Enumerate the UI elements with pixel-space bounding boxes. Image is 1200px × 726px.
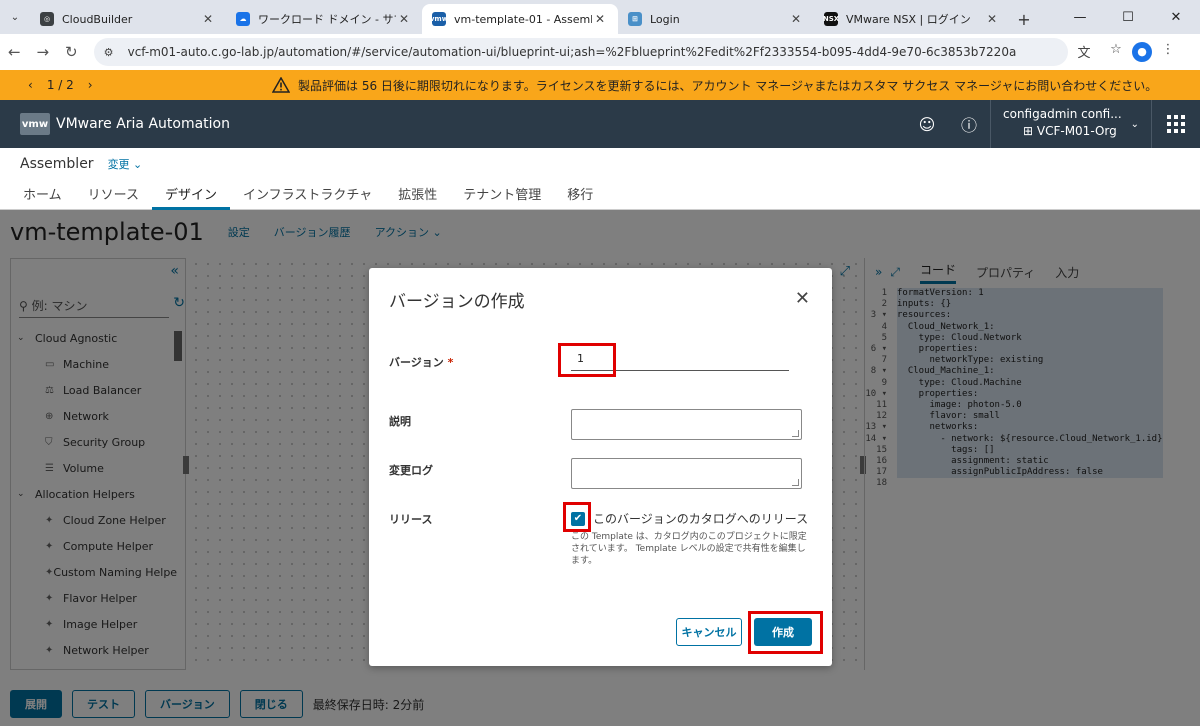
release-checkbox-label[interactable]: このバージョンのカタログへのリリース: [593, 510, 808, 527]
translate-icon[interactable]: 文: [1068, 42, 1100, 62]
url-input[interactable]: ⚙ vcf-m01-auto.c.go-lab.jp/automation/#/…: [93, 38, 1068, 66]
tab-infrastructure[interactable]: インフラストラクチャ: [230, 186, 385, 210]
banner-message: 製品評価は 56 日後に期限切れになります。ライセンスを更新するには、アカウント…: [298, 78, 1158, 93]
site-info-icon[interactable]: ⚙: [104, 46, 120, 59]
tab-resources[interactable]: リソース: [75, 186, 152, 210]
browser-tab-4[interactable]: NSX VMware NSX | ログイン ✕: [814, 4, 1010, 34]
tab-close-icon[interactable]: ✕: [200, 12, 216, 26]
address-bar-row: ← → ↻ ⚙ vcf-m01-auto.c.go-lab.jp/automat…: [0, 34, 1200, 70]
banner-page-count: 1 / 2: [46, 78, 74, 92]
service-name: Assembler: [20, 156, 94, 172]
url-text: vcf-m01-auto.c.go-lab.jp/automation/#/se…: [127, 45, 1017, 59]
window-controls: — ☐ ✕: [1056, 0, 1200, 34]
app-title: VMware Aria Automation: [56, 116, 230, 132]
tab-title: VMware NSX | ログイン: [846, 13, 971, 26]
create-version-dialog: バージョンの作成 ✕ バージョン * 1 説明 変更ログ リリース ✔ このバー…: [369, 268, 832, 666]
change-service-link[interactable]: 変更 ⌄: [108, 158, 143, 171]
minimize-icon[interactable]: —: [1056, 0, 1104, 34]
banner-prev-icon[interactable]: ‹: [28, 78, 33, 92]
tab-home[interactable]: ホーム: [10, 186, 75, 210]
evaluation-banner: ‹ 1 / 2 › 製品評価は 56 日後に期限切れになります。ライセンスを更新…: [0, 70, 1200, 100]
tab-search-button[interactable]: ⌄: [0, 0, 30, 34]
app-header: vmw VMware Aria Automation ☺ ⓘ configadm…: [0, 100, 1200, 148]
tab-extensibility[interactable]: 拡張性: [385, 186, 450, 210]
cancel-button[interactable]: キャンセル: [676, 618, 742, 646]
feedback-smiley-icon[interactable]: ☺: [906, 100, 948, 148]
org-icon: ⊞: [1023, 124, 1037, 138]
help-icon[interactable]: ⓘ: [948, 100, 990, 148]
cloud-favicon-icon: ☁: [236, 12, 250, 26]
tab-migration[interactable]: 移行: [554, 186, 606, 210]
tab-tenant-management[interactable]: テナント管理: [450, 186, 554, 210]
tab-title: ワークロード ドメイン - サマリ: [258, 13, 396, 26]
vmware-logo: vmw: [20, 113, 50, 135]
new-tab-button[interactable]: +: [1010, 4, 1038, 34]
tab-close-icon[interactable]: ✕: [788, 12, 804, 26]
banner-next-icon[interactable]: ›: [88, 78, 93, 92]
dialog-title: バージョンの作成: [389, 292, 525, 312]
changelog-label: 変更ログ: [389, 464, 433, 477]
tab-title: Login: [650, 12, 680, 26]
main-nav-tabs: ホーム リソース デザイン インフラストラクチャ 拡張性 テナント管理 移行: [10, 186, 606, 210]
app-switcher-icon[interactable]: [1152, 100, 1200, 148]
description-label: 説明: [389, 415, 411, 428]
chevron-down-icon: ⌄: [1130, 119, 1139, 130]
browser-tab-0[interactable]: ◎ CloudBuilder ✕: [30, 4, 226, 34]
close-window-icon[interactable]: ✕: [1152, 0, 1200, 34]
browser-tab-bar: ⌄ ◎CloudBuilder✕ ☁ワークロード ドメイン - サマリ✕ vmw…: [0, 0, 1200, 34]
highlight-box: [558, 343, 616, 377]
bookmark-star-icon[interactable]: ☆: [1100, 42, 1132, 62]
login-favicon-icon: ⊞: [628, 12, 642, 26]
close-icon[interactable]: ✕: [795, 288, 810, 309]
version-label: バージョン *: [389, 356, 454, 369]
release-label: リリース: [389, 513, 433, 526]
browser-menu-icon[interactable]: ⋮: [1152, 42, 1184, 62]
tab-title: vm-template-01 - Assembler: [454, 12, 592, 26]
changelog-textarea[interactable]: [571, 458, 802, 489]
banner-pager: ‹ 1 / 2 ›: [28, 78, 93, 92]
tab-design[interactable]: デザイン: [151, 186, 230, 210]
browser-tab-2[interactable]: vmw vm-template-01 - Assembler✕: [422, 4, 618, 34]
reload-icon[interactable]: ↻: [57, 43, 86, 61]
vmware-favicon-icon: vmw: [430, 12, 448, 26]
service-subheader: Assembler 変更 ⌄ ホーム リソース デザイン インフラストラクチャ 拡…: [0, 148, 1200, 210]
maximize-icon[interactable]: ☐: [1104, 0, 1152, 34]
profile-avatar-icon[interactable]: ●: [1132, 42, 1152, 62]
cloudbuilder-favicon-icon: ◎: [40, 12, 54, 26]
user-name: configadmin confi...: [1003, 107, 1122, 121]
release-help-text: この Template は、カタログ内のこのプロジェクトに限定されています。 T…: [571, 532, 807, 566]
description-textarea[interactable]: [571, 409, 802, 440]
browser-tab-3[interactable]: ⊞ Login ✕: [618, 4, 814, 34]
tab-close-icon[interactable]: ✕: [984, 12, 1000, 26]
highlight-box: [563, 502, 591, 532]
highlight-box: [748, 611, 823, 654]
tab-close-icon[interactable]: ✕: [396, 12, 412, 26]
back-icon[interactable]: ←: [0, 43, 29, 61]
warning-icon: [272, 77, 290, 93]
forward-icon[interactable]: →: [29, 43, 58, 61]
user-menu[interactable]: configadmin confi... ⊞ VCF-M01-Org ⌄: [990, 100, 1152, 148]
org-name: VCF-M01-Org: [1036, 124, 1117, 138]
tab-title: CloudBuilder: [62, 12, 133, 26]
tab-close-icon[interactable]: ✕: [592, 12, 608, 26]
nsx-favicon-icon: NSX: [823, 12, 839, 26]
browser-tab-1[interactable]: ☁ ワークロード ドメイン - サマリ✕: [226, 4, 422, 34]
